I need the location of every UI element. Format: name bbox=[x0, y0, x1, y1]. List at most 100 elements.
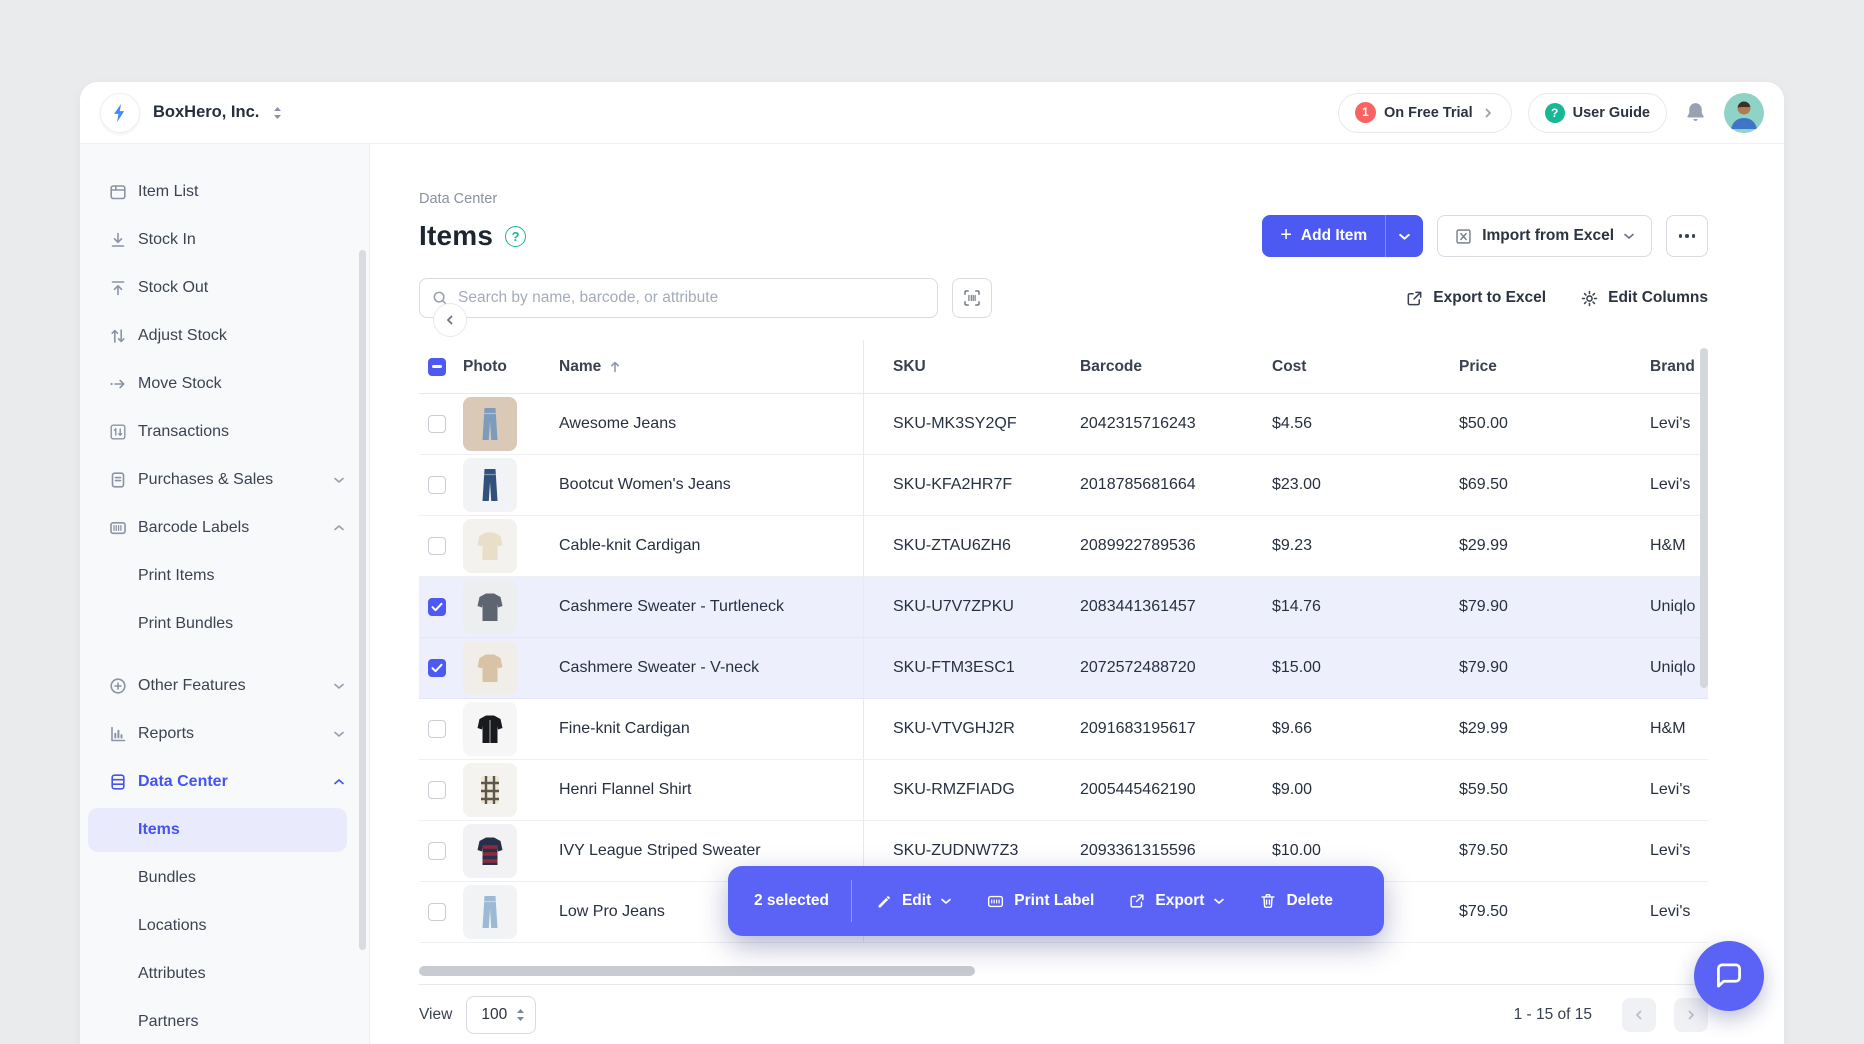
item-price: $59.50 bbox=[1430, 781, 1621, 799]
table-row[interactable]: Awesome Jeans SKU-MK3SY2QF 2042315716243… bbox=[419, 394, 1708, 455]
sidebar-item-partners[interactable]: Partners bbox=[80, 998, 369, 1044]
sidebar-item-print-items[interactable]: Print Items bbox=[80, 552, 369, 600]
table-row[interactable]: Henri Flannel Shirt SKU-RMZFIADG 2005445… bbox=[419, 760, 1708, 821]
sidebar-item-locations[interactable]: Locations bbox=[80, 902, 369, 950]
table-horizontal-scrollbar[interactable] bbox=[419, 966, 975, 976]
sidebar-item-bundles[interactable]: Bundles bbox=[80, 854, 369, 902]
edit-columns-button[interactable]: Edit Columns bbox=[1580, 289, 1708, 308]
sidebar-item-attributes[interactable]: Attributes bbox=[80, 950, 369, 998]
chat-widget-button[interactable] bbox=[1694, 941, 1764, 1011]
sidebar-item-transactions[interactable]: Transactions bbox=[80, 408, 369, 456]
stock-in-icon bbox=[108, 230, 128, 250]
more-options-button[interactable] bbox=[1666, 215, 1708, 257]
item-barcode: 2072572488720 bbox=[1051, 659, 1243, 677]
table-body: Awesome Jeans SKU-MK3SY2QF 2042315716243… bbox=[419, 394, 1708, 943]
workspace-switcher-icon[interactable] bbox=[273, 106, 282, 120]
purchases-sales-icon bbox=[108, 470, 128, 490]
item-price: $29.99 bbox=[1430, 537, 1621, 555]
row-checkbox[interactable] bbox=[428, 903, 446, 921]
table-vertical-scrollbar[interactable] bbox=[1700, 348, 1708, 688]
sidebar-item-other-features[interactable]: Other Features bbox=[80, 662, 369, 710]
item-sku: SKU-U7V7ZPKU bbox=[863, 577, 1051, 637]
sidebar-item-item-list[interactable]: Item List bbox=[80, 168, 369, 216]
table-row[interactable]: Cashmere Sweater - V-neck SKU-FTM3ESC1 2… bbox=[419, 638, 1708, 699]
free-trial-button[interactable]: 1 On Free Trial bbox=[1338, 93, 1512, 133]
pagination: 1 - 15 of 15 bbox=[1514, 998, 1708, 1032]
item-cost: $23.00 bbox=[1243, 476, 1430, 494]
workspace-name[interactable]: BoxHero, Inc. bbox=[153, 103, 259, 122]
row-checkbox[interactable] bbox=[428, 720, 446, 738]
column-header-cost[interactable]: Cost bbox=[1243, 358, 1430, 376]
chevron-down-icon bbox=[1398, 232, 1411, 241]
bulk-edit-button[interactable]: Edit bbox=[876, 892, 952, 910]
user-guide-button[interactable]: ? User Guide bbox=[1528, 93, 1667, 133]
item-barcode: 2091683195617 bbox=[1051, 720, 1243, 738]
column-header-brand[interactable]: Brand bbox=[1621, 358, 1708, 376]
selected-count: 2 selected bbox=[754, 892, 829, 910]
sidebar-collapse-button[interactable] bbox=[433, 303, 467, 337]
gear-icon bbox=[1580, 289, 1599, 308]
item-name: Cashmere Sweater - Turtleneck bbox=[559, 598, 863, 616]
move-stock-icon bbox=[108, 374, 128, 394]
chevron-down-icon bbox=[333, 476, 345, 484]
row-checkbox[interactable] bbox=[428, 415, 446, 433]
table-row[interactable]: Bootcut Women's Jeans SKU-KFA2HR7F 20187… bbox=[419, 455, 1708, 516]
chevron-up-icon bbox=[333, 778, 345, 786]
row-checkbox[interactable] bbox=[428, 659, 446, 677]
bulk-export-button[interactable]: Export bbox=[1128, 892, 1225, 910]
sidebar-scrollbar[interactable] bbox=[359, 250, 366, 950]
barcode-scan-button[interactable] bbox=[952, 278, 992, 318]
sidebar-item-items[interactable]: Items bbox=[88, 808, 347, 852]
item-brand: H&M bbox=[1621, 537, 1708, 555]
sidebar-item-adjust-stock[interactable]: Adjust Stock bbox=[80, 312, 369, 360]
bulk-action-bar: 2 selected Edit Print Label Export Delet… bbox=[728, 866, 1384, 936]
export-to-excel-button[interactable]: Export to Excel bbox=[1405, 289, 1546, 308]
row-checkbox[interactable] bbox=[428, 781, 446, 799]
table-row[interactable]: Fine-knit Cardigan SKU-VTVGHJ2R 20916831… bbox=[419, 699, 1708, 760]
excel-icon bbox=[1454, 227, 1473, 246]
item-barcode: 2083441361457 bbox=[1051, 598, 1243, 616]
trash-icon bbox=[1259, 892, 1277, 910]
barcode-labels-icon bbox=[108, 518, 128, 538]
bulk-delete-button[interactable]: Delete bbox=[1259, 892, 1333, 910]
add-item-button[interactable]: +Add Item bbox=[1262, 215, 1423, 257]
bulk-print-label-button[interactable]: Print Label bbox=[986, 892, 1094, 911]
sidebar-item-barcode-labels[interactable]: Barcode Labels bbox=[80, 504, 369, 552]
sidebar-item-stock-in[interactable]: Stock In bbox=[80, 216, 369, 264]
table-row[interactable]: Cashmere Sweater - Turtleneck SKU-U7V7ZP… bbox=[419, 577, 1708, 638]
item-sku: SKU-MK3SY2QF bbox=[863, 394, 1051, 454]
table-header: Photo Name SKU Barcode Cost Price Brand bbox=[419, 340, 1708, 394]
row-checkbox[interactable] bbox=[428, 476, 446, 494]
row-checkbox[interactable] bbox=[428, 537, 446, 555]
item-photo bbox=[463, 885, 517, 939]
sidebar: Item ListStock InStock OutAdjust StockMo… bbox=[80, 144, 370, 1044]
column-header-sku[interactable]: SKU bbox=[863, 340, 1051, 393]
next-page-button[interactable] bbox=[1674, 998, 1708, 1032]
select-all-checkbox[interactable] bbox=[428, 358, 446, 376]
sidebar-item-reports[interactable]: Reports bbox=[80, 710, 369, 758]
import-from-excel-button[interactable]: Import from Excel bbox=[1437, 215, 1652, 257]
page-size-stepper[interactable]: 100 bbox=[466, 996, 536, 1034]
help-icon[interactable]: ? bbox=[505, 226, 526, 247]
search-input[interactable] bbox=[419, 278, 938, 318]
previous-page-button[interactable] bbox=[1622, 998, 1656, 1032]
sidebar-item-move-stock[interactable]: Move Stock bbox=[80, 360, 369, 408]
row-checkbox[interactable] bbox=[428, 842, 446, 860]
divider bbox=[851, 880, 852, 922]
column-header-price[interactable]: Price bbox=[1430, 358, 1621, 376]
page-title: Items bbox=[419, 220, 493, 252]
notifications-bell-icon[interactable] bbox=[1683, 100, 1708, 125]
table-footer: View 100 1 - 15 of 15 bbox=[419, 984, 1708, 1044]
table-row[interactable]: Cable-knit Cardigan SKU-ZTAU6ZH6 2089922… bbox=[419, 516, 1708, 577]
row-checkbox[interactable] bbox=[428, 598, 446, 616]
column-header-name[interactable]: Name bbox=[559, 358, 863, 376]
user-avatar[interactable] bbox=[1724, 93, 1764, 133]
column-header-photo[interactable]: Photo bbox=[463, 358, 559, 376]
column-header-barcode[interactable]: Barcode bbox=[1051, 358, 1243, 376]
sidebar-item-stock-out[interactable]: Stock Out bbox=[80, 264, 369, 312]
sidebar-item-data-center[interactable]: Data Center bbox=[80, 758, 369, 806]
sidebar-item-purchases-sales[interactable]: Purchases & Sales bbox=[80, 456, 369, 504]
chevron-down-icon bbox=[1213, 897, 1225, 905]
sidebar-item-print-bundles[interactable]: Print Bundles bbox=[80, 600, 369, 648]
add-item-dropdown[interactable] bbox=[1385, 215, 1423, 257]
